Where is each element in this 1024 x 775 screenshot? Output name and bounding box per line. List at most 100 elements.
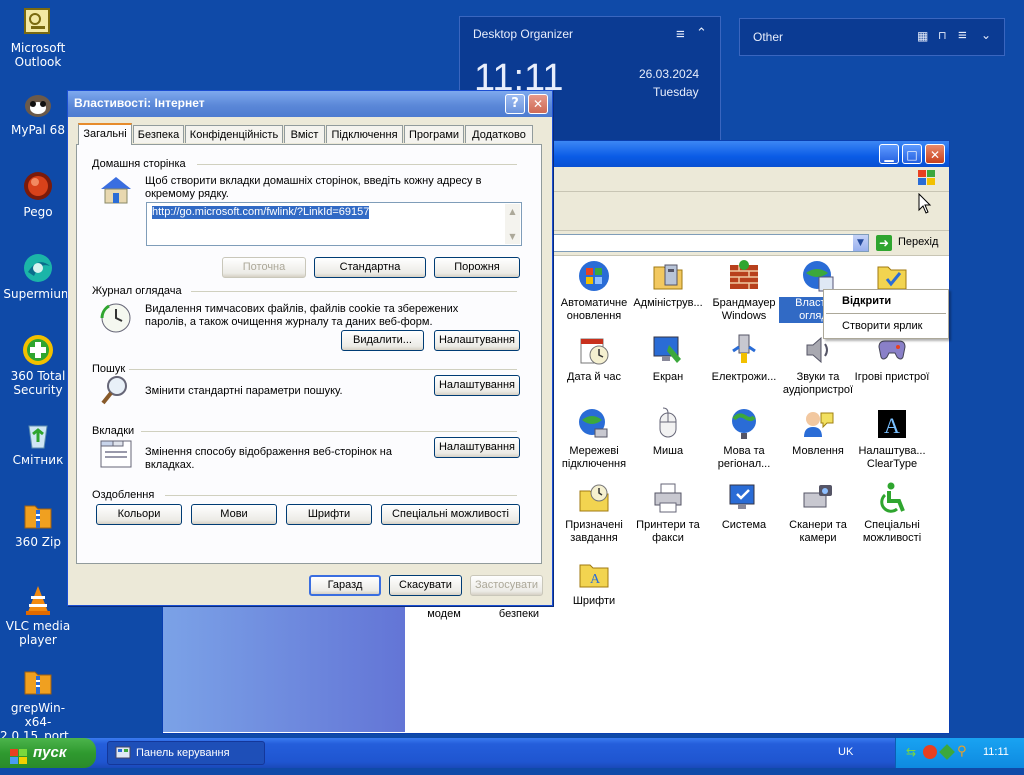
context-menu-create-shortcut[interactable]: Створити ярлик xyxy=(842,320,922,332)
search-settings-button[interactable]: Налаштування xyxy=(434,375,520,396)
dialog-titlebar[interactable]: Властивості: Інтернет xyxy=(68,91,552,117)
accessibility-button[interactable]: Спеціальні можливості xyxy=(381,504,520,525)
cp-item-cleartype[interactable]: A Налаштува... ClearType xyxy=(853,407,931,471)
cp-item-date-time[interactable]: Дата й час xyxy=(555,333,633,384)
cancel-button[interactable]: Скасувати xyxy=(389,575,462,596)
cp-item-firewall[interactable]: Брандмауер Windows xyxy=(705,259,783,323)
cp-item-mouse[interactable]: Миша xyxy=(629,407,707,458)
cp-item-label: Автоматичне оновлення xyxy=(560,297,628,322)
use-blank-button[interactable]: Порожня xyxy=(434,257,520,278)
cp-item-label: Дата й час xyxy=(567,371,621,383)
desktop-icon-label: Microsoft Outlook xyxy=(10,41,66,69)
tray-stop-icon[interactable] xyxy=(923,745,937,759)
outlook-icon xyxy=(22,6,54,38)
cp-item-network[interactable]: Мережеві підключення xyxy=(555,407,633,471)
fonts-button[interactable]: Шрифти xyxy=(286,504,372,525)
cp-item-regional[interactable]: Мова та регіонал... xyxy=(705,407,783,471)
help-button[interactable]: ? xyxy=(505,94,525,114)
zip-icon xyxy=(22,500,54,532)
cp-item-system[interactable]: Система xyxy=(705,481,783,532)
desktop-icon-360-zip[interactable]: 360 Zip xyxy=(0,500,76,549)
grid-icon[interactable]: ▦ xyxy=(917,29,928,43)
scroll-down-icon[interactable]: ▼ xyxy=(505,229,520,244)
chevron-up-icon[interactable]: ⌃ xyxy=(696,25,707,41)
desktop-icon-grepwin[interactable]: grepWin-x64-2.0.15_port... xyxy=(0,666,80,743)
mypal-icon xyxy=(22,88,54,120)
desktop-icon-vlc[interactable]: VLC media player xyxy=(0,584,76,647)
taskbar-item-control-panel[interactable]: Панель керування xyxy=(107,741,265,765)
chevron-down-icon[interactable]: ⌄ xyxy=(981,28,991,42)
textarea-scrollbar[interactable]: ▲ ▼ xyxy=(505,204,520,244)
cp-item-security-partial[interactable]: безпеки xyxy=(480,608,558,621)
cp-item-scheduled-tasks[interactable]: Призначені завдання xyxy=(555,481,633,545)
maximize-button[interactable]: □ xyxy=(902,144,922,164)
cp-item-modem-partial[interactable]: модем xyxy=(405,608,483,621)
history-description: Видалення тимчасових файлів, файлів cook… xyxy=(145,303,459,328)
tab-privacy[interactable]: Конфіденційність xyxy=(185,125,283,143)
tab-connections[interactable]: Підключення xyxy=(326,125,403,143)
home-page-url: http://go.microsoft.com/fwlink/?LinkId=6… xyxy=(152,206,370,219)
cp-item-auto-update[interactable]: Автоматичне оновлення xyxy=(555,259,633,323)
dialog-title: Властивості: Інтернет xyxy=(74,96,205,110)
address-input[interactable] xyxy=(543,234,869,252)
close-button[interactable]: ✕ xyxy=(528,94,548,114)
cp-item-admin-tools[interactable]: Адмініструв... xyxy=(629,259,707,310)
tabs-window-icon xyxy=(99,437,133,472)
apply-button[interactable]: Застосувати xyxy=(470,575,543,596)
tabs-settings-button[interactable]: Налаштування xyxy=(434,437,520,458)
desktop-icon-label: 360 Total Security xyxy=(10,369,66,397)
fonts-folder-icon: A xyxy=(577,557,611,591)
power-icon xyxy=(727,333,761,367)
go-arrow-icon: ➜ xyxy=(876,235,892,251)
go-button[interactable]: ➜ Перехід xyxy=(876,234,946,252)
cp-item-display[interactable]: Екран xyxy=(629,333,707,384)
home-page-textarea[interactable]: http://go.microsoft.com/fwlink/?LinkId=6… xyxy=(146,202,522,246)
use-current-button[interactable]: Поточна xyxy=(222,257,306,278)
desktop-icon-outlook[interactable]: Microsoft Outlook xyxy=(0,6,76,69)
desktop-icon-pego[interactable]: Pego xyxy=(0,170,76,219)
cp-item-fonts[interactable]: A Шрифти xyxy=(555,557,633,608)
tab-programs[interactable]: Програми xyxy=(404,125,464,143)
desktop-icon-supermium[interactable]: Supermium xyxy=(0,252,76,301)
scroll-up-icon[interactable]: ▲ xyxy=(505,204,520,219)
tab-security[interactable]: Безпека xyxy=(133,125,184,143)
tray-arrows-icon[interactable]: ⇆ xyxy=(906,745,916,759)
context-menu-open[interactable]: Відкрити xyxy=(842,295,891,307)
close-button[interactable]: ✕ xyxy=(925,144,945,164)
desktop-icon-recycle-bin[interactable]: Смітник xyxy=(0,418,76,467)
cp-item-label: Ігрові пристрої xyxy=(854,371,930,383)
colors-button[interactable]: Кольори xyxy=(96,504,182,525)
minimize-button[interactable]: ▁ xyxy=(879,144,899,164)
menu-icon[interactable]: ≡ xyxy=(958,27,967,44)
cp-item-sounds[interactable]: Звуки та аудіопристрої xyxy=(779,333,857,397)
organizer-other-title: Other xyxy=(753,30,784,44)
cp-item-label: Шрифти xyxy=(572,595,616,607)
use-default-button[interactable]: Стандартна xyxy=(314,257,426,278)
tray-search-icon[interactable]: ⚲ xyxy=(957,744,967,759)
cp-item-printers[interactable]: Принтери та факси xyxy=(629,481,707,545)
cp-item-label: Брандмауер Windows xyxy=(712,297,776,322)
lock-icon[interactable]: ⊓ xyxy=(938,29,947,42)
cp-item-accessibility[interactable]: Спеціальні можливості xyxy=(853,481,931,545)
tray-clock[interactable]: 11:11 xyxy=(983,746,1009,758)
menu-icon[interactable]: ≡ xyxy=(676,26,685,43)
tab-advanced[interactable]: Додатково xyxy=(465,125,533,143)
language-indicator[interactable]: UK xyxy=(838,746,853,758)
shield-plus-icon xyxy=(22,334,54,366)
menu-separator xyxy=(826,313,946,314)
cp-item-power[interactable]: Електрожи... xyxy=(705,333,783,384)
desktop-icon-360-security[interactable]: 360 Total Security xyxy=(0,334,76,397)
dropdown-arrow-icon[interactable]: ▼ xyxy=(853,235,868,251)
cp-item-scanners[interactable]: Сканери та камери xyxy=(779,481,857,545)
languages-button[interactable]: Мови xyxy=(191,504,277,525)
cp-item-game-controllers[interactable]: Ігрові пристрої xyxy=(853,333,931,384)
tab-general[interactable]: Загальні xyxy=(78,123,132,145)
history-settings-button[interactable]: Налаштування xyxy=(434,330,520,351)
delete-history-button[interactable]: Видалити... xyxy=(341,330,424,351)
start-button[interactable]: пуск xyxy=(0,738,96,768)
cp-item-speech[interactable]: Мовлення xyxy=(779,407,857,458)
desktop-icon-mypal[interactable]: MyPal 68 xyxy=(0,88,76,137)
ok-button[interactable]: Гаразд xyxy=(309,575,381,596)
tab-content[interactable]: Вміст xyxy=(284,125,325,143)
tray-diamond-icon[interactable] xyxy=(939,744,955,760)
